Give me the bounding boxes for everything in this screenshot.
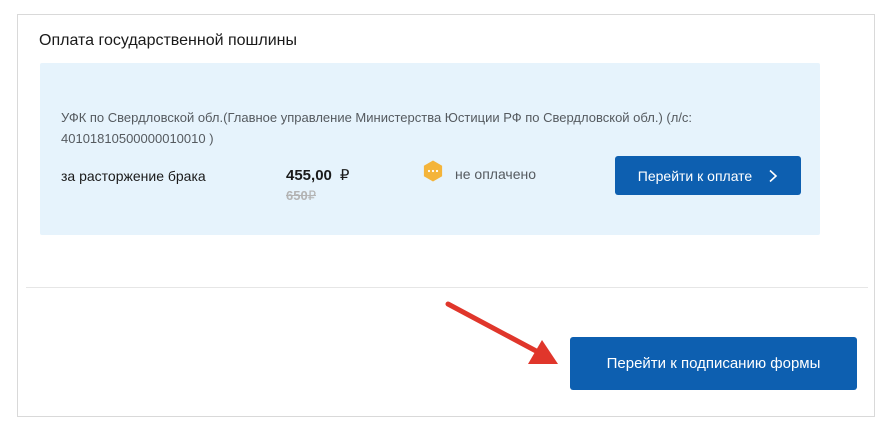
go-to-payment-label: Перейти к оплате	[637, 167, 753, 184]
red-pointer-arrow-icon	[445, 301, 558, 364]
amount-currency: ₽	[339, 167, 350, 184]
section-divider	[26, 287, 868, 288]
go-to-payment-button[interactable]: Перейти к оплате	[615, 156, 801, 195]
go-to-sign-form-label: Перейти к подписанию формы	[606, 355, 821, 372]
chevron-right-icon	[769, 169, 778, 182]
recipient-info: УФК по Свердловской обл.(Главное управле…	[61, 110, 693, 146]
old-amount: 650₽	[286, 188, 316, 204]
section-title: Оплата государственной пошлины	[39, 32, 297, 49]
payment-details-box: УФК по Свердловской обл.(Главное управле…	[40, 63, 820, 235]
amount-value: 455,00	[286, 167, 332, 184]
screenshot-frame: Оплата государственной пошлины УФК по Св…	[0, 0, 896, 437]
old-amount-currency: ₽	[307, 188, 316, 203]
payment-purpose: за расторжение брака	[61, 168, 206, 184]
payment-status: не оплачено	[455, 166, 537, 182]
old-amount-value: 650	[286, 188, 308, 203]
pending-dots-icon	[423, 160, 443, 182]
payment-amount: 455,00 ₽	[286, 166, 349, 184]
go-to-sign-form-button[interactable]: Перейти к подписанию формы	[570, 337, 857, 390]
